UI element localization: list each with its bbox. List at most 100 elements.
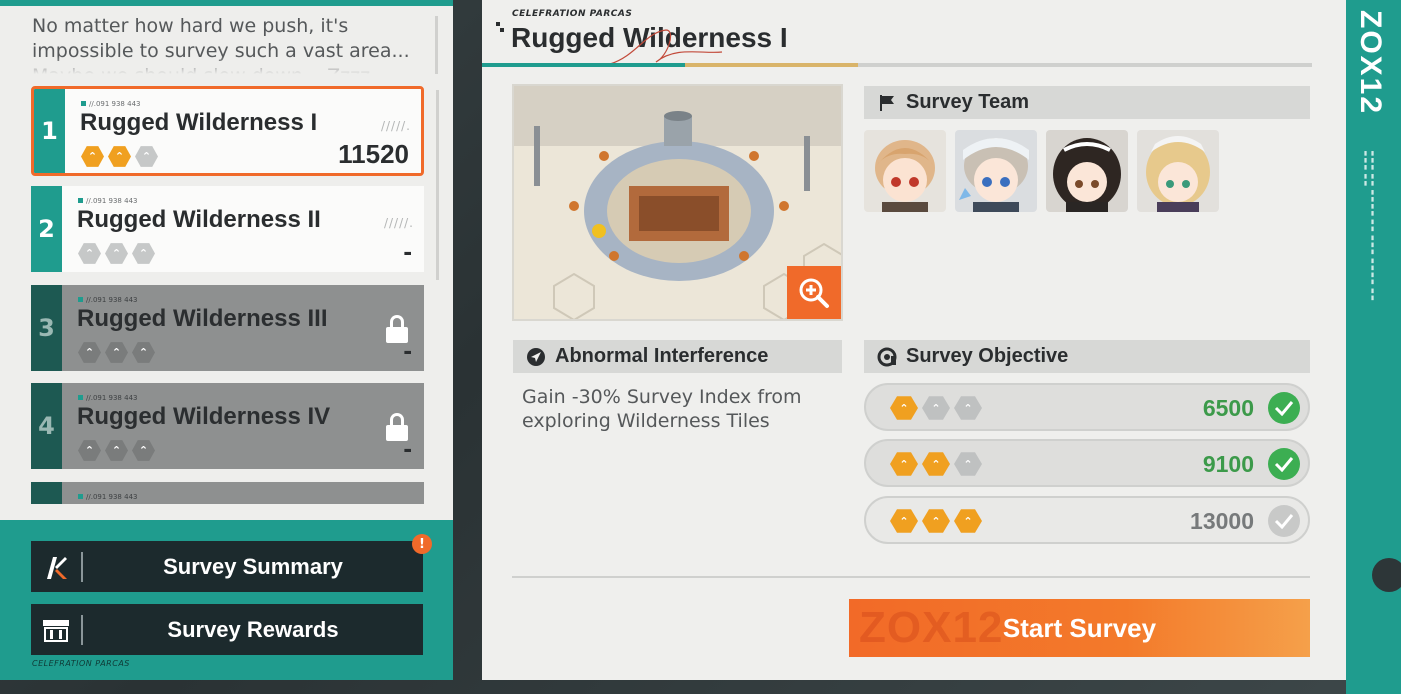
objective-row-1: ⌃ ⌃ ⌃ 6500 [864,383,1310,431]
survey-objective-header: Survey Objective [864,340,1310,373]
stage-stars: ⌃ ⌃ ⌃ [81,145,158,168]
stage-code: //.091 938 443 [78,296,137,304]
objective-stars: ⌃ ⌃ ⌃ [890,508,982,534]
abnormal-interference-header: Abnormal Interference [513,340,842,373]
stage-card-5[interactable]: //.091 938 443 [31,482,424,504]
star-hex-icon: ⌃ [922,509,950,533]
star-hex-icon: ⌃ [132,342,155,363]
stage-score: - [403,335,412,365]
title-underline-accent [482,63,685,67]
stage-code: //.091 938 443 [81,100,140,108]
side-knob [1372,558,1401,592]
stage-name: Rugged Wilderness I [80,109,318,136]
flag-icon [876,92,898,114]
button-watermark: ZOX12 [859,603,1004,652]
objective-target: 13000 [1190,508,1254,534]
star-hex-icon: ⌃ [105,342,128,363]
stage-stars: ⌃ ⌃ ⌃ [78,341,155,364]
star-hex-icon: ⌃ [135,146,158,167]
star-hex-icon: ⌃ [105,440,128,461]
checkmark-icon [1268,505,1300,537]
stage-name: Rugged Wilderness IV [77,403,331,430]
survey-summary-button[interactable]: Survey Summary [31,541,423,592]
survey-rewards-label: Survey Rewards [167,616,339,642]
objective-row-2: ⌃ ⌃ ⌃ 9100 [864,439,1310,487]
start-survey-label: Start Survey [1002,612,1157,643]
stage-card-1[interactable]: 1 //.091 938 443 Rugged Wilderness I ///… [31,86,424,176]
stage-card-4[interactable]: 4 //.091 938 443 Rugged Wilderness IV ⌃ … [31,383,424,469]
stage-name: Rugged Wilderness III [77,305,328,332]
team-member-avatar[interactable] [955,130,1037,212]
star-hex-icon: ⌃ [132,243,155,264]
stage-number: 4 [31,383,62,469]
star-hex-icon: ⌃ [954,396,982,420]
star-hex-icon: ⌃ [78,342,101,363]
objective-target: 9100 [1202,451,1254,477]
stage-number: 3 [31,285,62,371]
title-mark-icon [496,22,504,34]
objective-stars: ⌃ ⌃ ⌃ [890,395,982,421]
objective-stars: ⌃ ⌃ ⌃ [890,451,982,477]
stage-card-2[interactable]: 2 //.091 938 443 Rugged Wilderness II //… [31,186,424,272]
star-hex-icon: ⌃ [922,452,950,476]
star-hex-icon: ⌃ [954,452,982,476]
stage-stars: ⌃ ⌃ ⌃ [78,242,155,265]
stage-number: 1 [34,89,65,173]
stage-stars: ⌃ ⌃ ⌃ [78,439,155,462]
checkmark-icon [1268,448,1300,480]
brand-logo-small: CELEFRATION PARCAS [32,659,130,668]
stage-code: //.091 938 443 [78,394,137,402]
objective-target: 6500 [1202,395,1254,421]
abnormal-interference-text: Gain -30% Survey Index from exploring Wi… [522,386,802,432]
survey-rewards-button[interactable]: Survey Rewards [31,604,423,655]
survey-objective-title: Survey Objective [906,345,1069,367]
magnifier-plus-icon [799,278,829,308]
survey-summary-label: Survey Summary [163,553,343,579]
intro-scrollbar[interactable] [435,16,438,74]
abnormal-interference-title: Abnormal Interference [555,345,769,367]
at-target-icon [876,346,898,368]
alert-badge: ! [412,534,432,554]
star-hex-icon: ⌃ [132,440,155,461]
zoom-button[interactable] [787,266,841,319]
stage-card-3[interactable]: 3 //.091 938 443 Rugged Wilderness III ⌃… [31,285,424,371]
pen-nib-icon [31,541,81,592]
star-hex-icon: ⌃ [954,509,982,533]
gift-box-icon [31,604,81,655]
divider [512,576,1310,578]
checkmark-icon [1268,392,1300,424]
star-hex-icon: ⌃ [922,396,950,420]
team-member-avatar[interactable] [1137,130,1219,212]
intro-text: No matter how hard we push, it's impossi… [32,15,410,74]
title-underline-accent [685,63,858,67]
star-hex-icon: ⌃ [890,509,918,533]
navigation-arrow-icon [525,346,547,368]
stage-number [31,482,62,504]
stage-number: 2 [31,186,62,272]
star-hex-icon: ⌃ [78,440,101,461]
star-hex-icon: ⌃ [81,146,104,167]
side-fine-print: ▮▮▮ ▮▮ ▮▮▮▮ ▮▮ ▮▮▮ ▮▮▮▮ ▮▮ ▮▮▮ ▮▮ [1362,150,1376,302]
stage-code: //.091 938 443 [78,493,137,501]
stage-decoration: /////. [383,216,414,230]
list-scrollbar[interactable] [436,90,439,280]
stage-code: //.091 938 443 [78,197,137,205]
stage-score: - [403,236,412,266]
team-member-avatar[interactable] [1046,130,1128,212]
objective-row-3: ⌃ ⌃ ⌃ 13000 [864,496,1310,544]
start-survey-button[interactable]: ZOX12 Start Survey [849,599,1310,657]
stage-name: Rugged Wilderness II [77,206,321,233]
star-hex-icon: ⌃ [105,243,128,264]
star-hex-icon: ⌃ [890,452,918,476]
brand-logo-top: CELEFRATION PARCAS [512,9,633,19]
survey-team-title: Survey Team [906,91,1030,113]
side-brand-logo: ZOX12 [1354,10,1387,116]
star-hex-icon: ⌃ [78,243,101,264]
star-hex-icon: ⌃ [108,146,131,167]
stage-score: 11520 [338,139,409,169]
survey-team-header: Survey Team [864,86,1310,119]
stage-decoration: /////. [380,119,411,133]
stage-score: - [403,433,412,463]
team-member-avatar[interactable] [864,130,946,212]
star-hex-icon: ⌃ [890,396,918,420]
